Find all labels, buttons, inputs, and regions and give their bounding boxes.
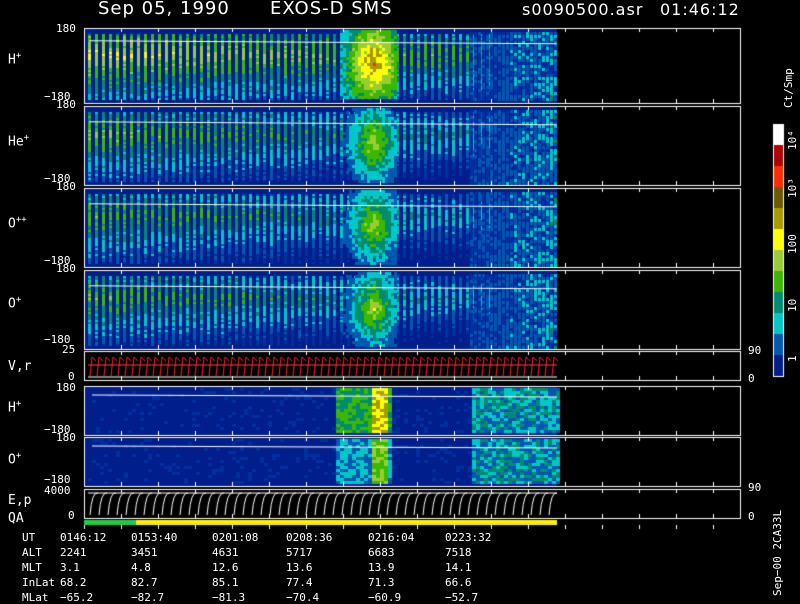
footer-row-name: MLT	[22, 561, 42, 574]
panel-label-qa: QA	[8, 511, 24, 526]
footer-cell: 13.6	[286, 561, 313, 574]
footer-cell: 0208:36	[286, 531, 333, 544]
right-ytick-top: 90	[748, 481, 762, 494]
panel-label-h-plus: H+	[8, 51, 22, 68]
footer-cell: 6683	[368, 546, 395, 559]
footer-cell: 12.6	[212, 561, 239, 574]
ytick-top: 180	[56, 381, 76, 394]
ytick-top: 180	[56, 98, 76, 111]
ytick-top: 180	[56, 431, 76, 444]
panel-label-o-plus: O+	[8, 295, 22, 312]
footer-cell: 66.6	[445, 576, 472, 589]
colorbar-tick: 10³	[786, 178, 799, 198]
footer-cell: 77.4	[286, 576, 313, 589]
footer-cell: 3.1	[60, 561, 80, 574]
panel-label-ep: E,p	[8, 493, 32, 508]
footer-cell: 71.3	[368, 576, 395, 589]
footer-cell: −60.9	[368, 591, 402, 604]
right-ytick-top: 90	[748, 344, 762, 357]
footer-cell: 0153:40	[131, 531, 178, 544]
panel-label-he-plus: He+	[8, 133, 30, 150]
right-ytick-bottom: 0	[748, 372, 755, 385]
colorbar-tick: 10	[786, 298, 799, 312]
colorbar-tick: 10⁴	[786, 130, 799, 150]
header-filename: s0090500.asr	[522, 0, 644, 19]
footer-cell: 0146:12	[60, 531, 107, 544]
footer-cell: 4.8	[131, 561, 151, 574]
header-date: Sep 05, 1990	[98, 0, 230, 19]
footer-cell: 0216:04	[368, 531, 415, 544]
panel-label-vr: V,r	[8, 359, 32, 374]
ytick-top: 180	[56, 22, 76, 35]
header-instrument: EXOS-D SMS	[270, 0, 393, 19]
footer-row-name: UT	[22, 531, 36, 544]
footer-cell: 2241	[60, 546, 87, 559]
footer-cell: 7518	[445, 546, 472, 559]
panel-label-h-plus-2: H+	[8, 399, 22, 416]
right-ytick-bottom: 0	[748, 510, 755, 523]
ytick-top: 25	[62, 343, 76, 356]
footer-cell: 0223:32	[445, 531, 492, 544]
footer-cell: −82.7	[131, 591, 165, 604]
footer-cell: 14.1	[445, 561, 472, 574]
footer-row-name: InLat	[22, 576, 56, 589]
colorbar-tick: 100	[786, 234, 799, 254]
footer-cell: 13.9	[368, 561, 395, 574]
footer-cell: −65.2	[60, 591, 94, 604]
header-time: 01:46:12	[660, 0, 740, 19]
footer-cell: 3451	[131, 546, 158, 559]
ytick-top: 4000	[44, 484, 71, 497]
panel-label-o-plus-plus: O++	[8, 215, 27, 232]
footer-cell: 0201:08	[212, 531, 259, 544]
colorbar-tick: 1	[786, 355, 799, 362]
footer-cell: 82.7	[131, 576, 158, 589]
spectrogram-canvas	[0, 0, 800, 600]
footer-cell: 4631	[212, 546, 239, 559]
footer-cell: 68.2	[60, 576, 87, 589]
ytick-bottom: 0	[68, 509, 75, 522]
footer-cell: −81.3	[212, 591, 246, 604]
colorbar-unit: Ct/Smp	[782, 68, 795, 108]
footer-side-label: Sep−00 2CA33L	[771, 509, 784, 596]
ytick-top: 180	[56, 180, 76, 193]
ytick-top: 180	[56, 262, 76, 275]
footer-cell: 85.1	[212, 576, 239, 589]
footer-row-name: ALT	[22, 546, 42, 559]
footer-cell: 5717	[286, 546, 313, 559]
footer-cell: −52.7	[445, 591, 479, 604]
panel-label-o-plus-2: O+	[8, 451, 22, 468]
footer-cell: −70.4	[286, 591, 320, 604]
footer-row-name: MLat	[22, 591, 49, 604]
